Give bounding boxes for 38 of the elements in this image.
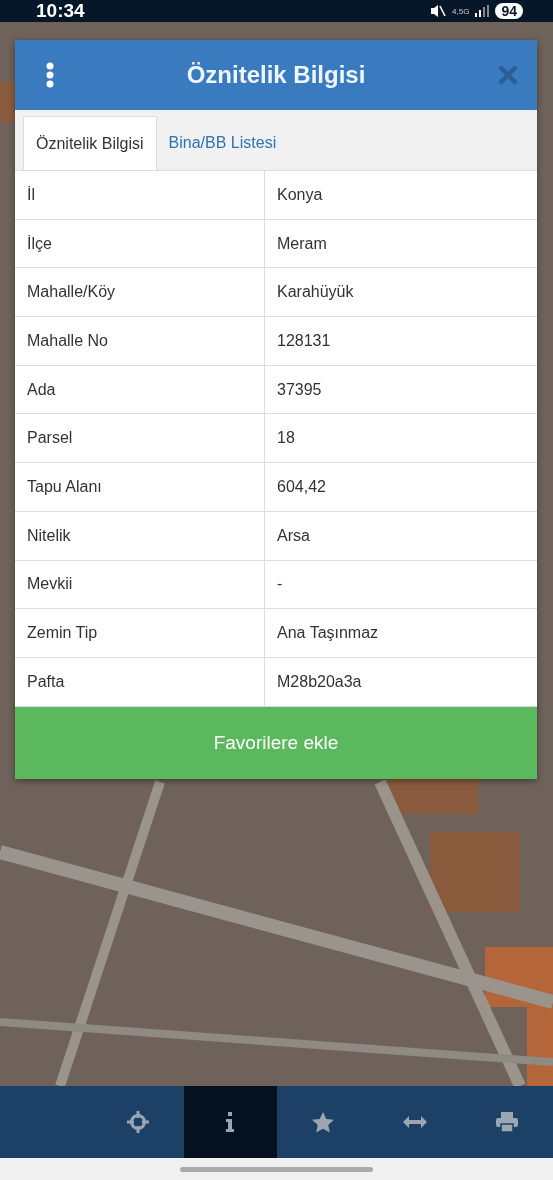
table-cell: Pafta [15, 657, 265, 706]
table-cell-text: 18 [276, 428, 296, 449]
table-cell: Tapu Alanı [15, 463, 265, 511]
table-cell: Mahalle/Köy [15, 268, 265, 317]
print-icon [495, 1112, 518, 1132]
mute-icon [430, 4, 447, 18]
menu-icon[interactable] [46, 62, 54, 88]
status-time: 10:34 [36, 0, 85, 22]
dialog-title: Öznitelik Bilgisi [186, 61, 366, 89]
signal-icon [475, 5, 490, 17]
table-cell: İlçe [15, 219, 265, 268]
network-type: 4,5G [452, 6, 470, 16]
table-cell-text: Konya [276, 184, 324, 205]
table-cell-text: Meram [276, 233, 328, 254]
table-cell: Mevkii [15, 560, 265, 609]
crosshair-icon [127, 1111, 150, 1133]
table-cell: Parsel [15, 414, 265, 463]
table-cell-text: 604,42 [276, 476, 327, 497]
table-cell-text: Arsa [276, 525, 311, 546]
star-icon [311, 1111, 334, 1133]
table-cell-text: Ana Taşınmaz [276, 623, 380, 644]
table-cell: Zemin Tip [15, 609, 265, 657]
table-cell: İl [15, 171, 265, 219]
table-cell: Nitelik [15, 511, 265, 560]
info-icon [225, 1112, 236, 1132]
battery-level: 94 [495, 3, 523, 19]
table-cell: Ada [15, 365, 265, 414]
double-arrow-icon [402, 1116, 427, 1128]
add-favorite-button[interactable]: Favorilere ekle [15, 706, 537, 779]
tab[interactable]: Öznitelik Bilgisi [23, 116, 157, 170]
table-cell: Mahalle No [15, 317, 265, 365]
table-cell-text: - [276, 574, 284, 595]
table-cell-text: 128131 [276, 330, 332, 351]
tab[interactable]: Bina/BB Listesi [156, 116, 289, 170]
table-cell-text: 37395 [276, 379, 323, 400]
home-indicator[interactable] [180, 1166, 373, 1172]
table-cell-text: Karahüyük [276, 282, 355, 303]
table-cell-text: M28b20a3a [276, 671, 363, 692]
